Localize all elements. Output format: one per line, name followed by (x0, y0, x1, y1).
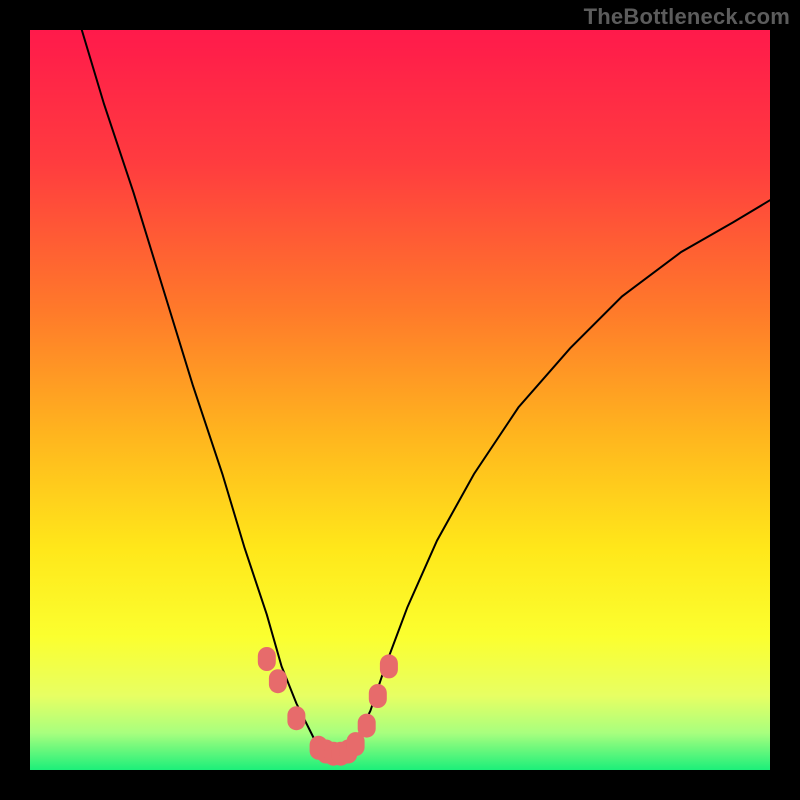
marker-band (258, 647, 398, 766)
chart-svg (30, 30, 770, 770)
bottleneck-curve (82, 30, 770, 755)
watermark-text: TheBottleneck.com (584, 4, 790, 30)
marker-dot (258, 647, 276, 671)
marker-dot (269, 669, 287, 693)
marker-dot (358, 714, 376, 738)
chart-frame: TheBottleneck.com (0, 0, 800, 800)
marker-dot (380, 654, 398, 678)
marker-dot (287, 706, 305, 730)
marker-dot (369, 684, 387, 708)
